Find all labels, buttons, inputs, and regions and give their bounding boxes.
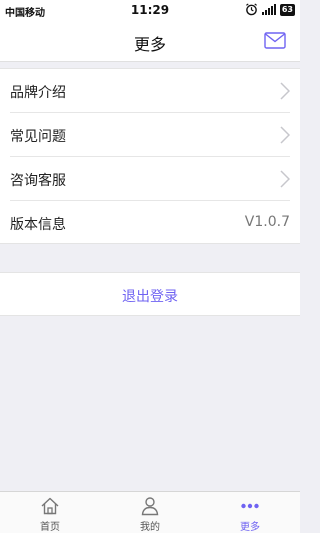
tab-label: 我的	[140, 522, 160, 533]
menu-list: 品牌介绍 常见问题 咨询客服 版本信息 V1.0.7	[0, 68, 300, 244]
nav-bar: 更多	[0, 20, 300, 62]
tab-more[interactable]: 更多	[200, 492, 300, 533]
tab-mine[interactable]: 我的	[100, 492, 200, 533]
menu-item-faq[interactable]: 常见问题	[0, 113, 300, 157]
logout-button[interactable]: 退出登录	[0, 272, 300, 316]
home-icon	[41, 497, 59, 515]
menu-item-label: 版本信息	[10, 217, 66, 233]
page-title: 更多	[133, 35, 166, 54]
menu-item-brand[interactable]: 品牌介绍	[0, 69, 300, 113]
menu-item-version: 版本信息 V1.0.7	[0, 201, 300, 245]
logout-label: 退出登录	[122, 289, 178, 305]
signal-icon	[261, 4, 276, 15]
version-value: V1.0.7	[244, 214, 290, 230]
tab-home[interactable]: 首页	[0, 492, 100, 533]
user-icon	[141, 497, 159, 516]
menu-item-label: 常见问题	[10, 129, 66, 145]
more-dots-icon	[241, 503, 259, 509]
mail-icon[interactable]	[264, 32, 286, 49]
menu-item-label: 品牌介绍	[10, 85, 66, 101]
tab-label: 更多	[240, 522, 260, 533]
menu-item-label: 咨询客服	[10, 173, 66, 189]
battery-icon: 63	[279, 3, 295, 16]
status-bar: 中国移动 11:29 63	[0, 0, 300, 20]
status-icons: 63	[245, 3, 295, 16]
chevron-right-icon	[280, 126, 290, 144]
alarm-icon	[245, 3, 257, 16]
tab-label: 首页	[40, 522, 60, 533]
tab-bar: 首页 我的 更多	[0, 491, 300, 533]
chevron-right-icon	[280, 82, 290, 100]
menu-item-support[interactable]: 咨询客服	[0, 157, 300, 201]
chevron-right-icon	[280, 170, 290, 188]
